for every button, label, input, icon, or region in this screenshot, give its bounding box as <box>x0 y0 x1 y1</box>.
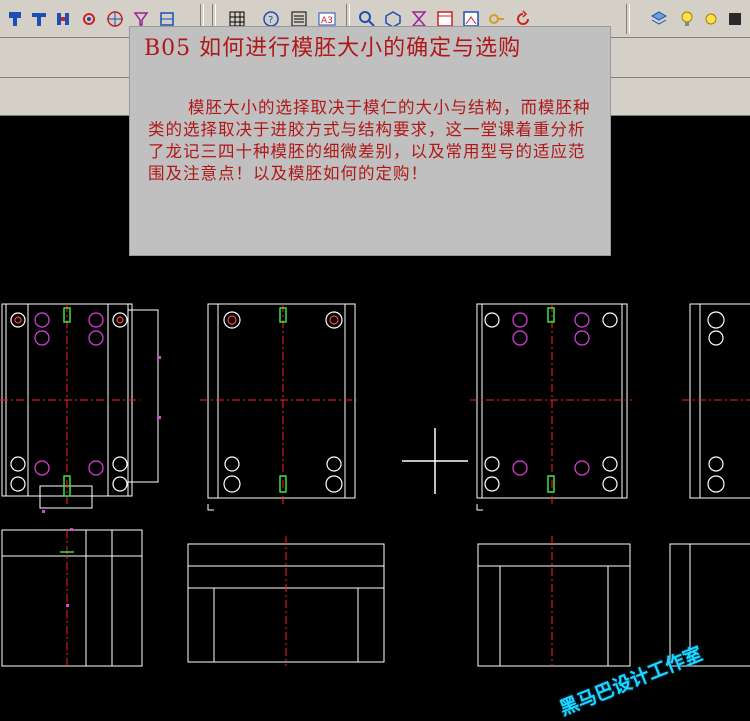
mold-plate-outline <box>689 303 750 499</box>
sun-icon[interactable] <box>700 8 722 30</box>
layers-icon[interactable] <box>648 8 670 30</box>
pin-icon[interactable] <box>4 8 26 30</box>
svg-text:A3: A3 <box>321 16 333 26</box>
sparkle-icon[interactable] <box>78 8 100 30</box>
lightbulb-icon[interactable] <box>676 8 698 30</box>
t-icon[interactable] <box>28 8 50 30</box>
note-body: 模胚大小的选择取决于模仁的大小与结构，而模胚种类的选择取决于进胶方式与结构要求，… <box>148 98 591 183</box>
toolbar-separator <box>626 4 630 34</box>
svg-text:?: ? <box>268 15 273 26</box>
note-title: B05 如何进行模胚大小的确定与选购 <box>144 36 522 61</box>
mold-plate-outline <box>207 303 356 499</box>
square-icon[interactable] <box>724 8 746 30</box>
cylinder-icon[interactable] <box>52 8 74 30</box>
course-note-panel: B05 如何进行模胚大小的确定与选购 模胚大小的选择取决于模仁的大小与结构，而模… <box>129 26 611 256</box>
target-icon[interactable] <box>104 8 126 30</box>
